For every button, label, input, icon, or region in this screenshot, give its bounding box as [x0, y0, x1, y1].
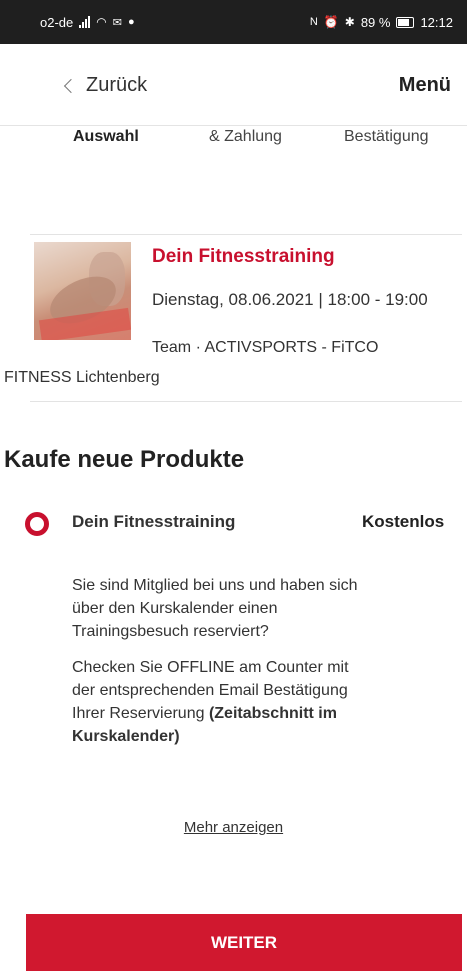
section-title: Kaufe neue Produkte	[4, 446, 245, 473]
chevron-left-icon	[63, 78, 79, 94]
nfc-icon: N	[309, 16, 318, 28]
app-notification-icon: ●	[127, 16, 135, 28]
carrier-label: o2-de	[40, 14, 74, 30]
step-confirmation: Bestätigung	[344, 128, 429, 145]
mail-icon: ✉	[112, 16, 122, 29]
step-payment: & Zahlung	[209, 128, 282, 145]
product-description: Sie sind Mitglied bei uns und haben sich…	[72, 574, 372, 796]
top-nav: Zurück Menü	[0, 44, 467, 126]
clock: 12:12	[420, 14, 453, 30]
continue-button[interactable]: WEITER	[26, 914, 462, 971]
battery-icon	[396, 16, 415, 28]
show-more-link[interactable]: Mehr anzeigen	[184, 819, 283, 836]
wifi-icon: ◠	[96, 15, 107, 29]
booking-team: Team · ACTIVSPORTS - FiTCO	[152, 339, 379, 356]
menu-button[interactable]: Menü	[399, 74, 451, 97]
back-button[interactable]: Zurück	[63, 74, 148, 97]
class-image	[34, 242, 131, 340]
product-name: Dein Fitnesstraining	[72, 512, 236, 531]
divider	[30, 234, 462, 235]
step-selection: Auswahl	[73, 128, 139, 145]
booking-studio: FITNESS Lichtenberg	[4, 369, 160, 386]
product-price: Kostenlos	[362, 512, 445, 531]
booking-date-time: Dienstag, 08.06.2021 | 18:00 - 19:00	[152, 290, 428, 309]
status-bar: o2-de ◠ ✉ ● N ⏰ ✱ 89 % 12:12	[0, 0, 467, 44]
bluetooth-icon: ✱	[344, 15, 355, 29]
back-label: Zurück	[86, 74, 148, 96]
signal-icon	[79, 16, 91, 28]
checkout-steps: Auswahl & Zahlung Bestätigung	[0, 128, 467, 154]
battery-percent: 89 %	[360, 14, 391, 30]
description-paragraph-2: Checken Sie OFFLINE am Counter mit der e…	[72, 659, 349, 745]
description-fade	[72, 770, 372, 798]
alarm-icon: ⏰	[323, 15, 339, 29]
booking-title: Dein Fitnesstraining	[152, 246, 335, 267]
product-radio[interactable]	[25, 512, 49, 536]
divider	[30, 401, 462, 402]
description-paragraph-1: Sie sind Mitglied bei uns und haben sich…	[72, 577, 358, 640]
